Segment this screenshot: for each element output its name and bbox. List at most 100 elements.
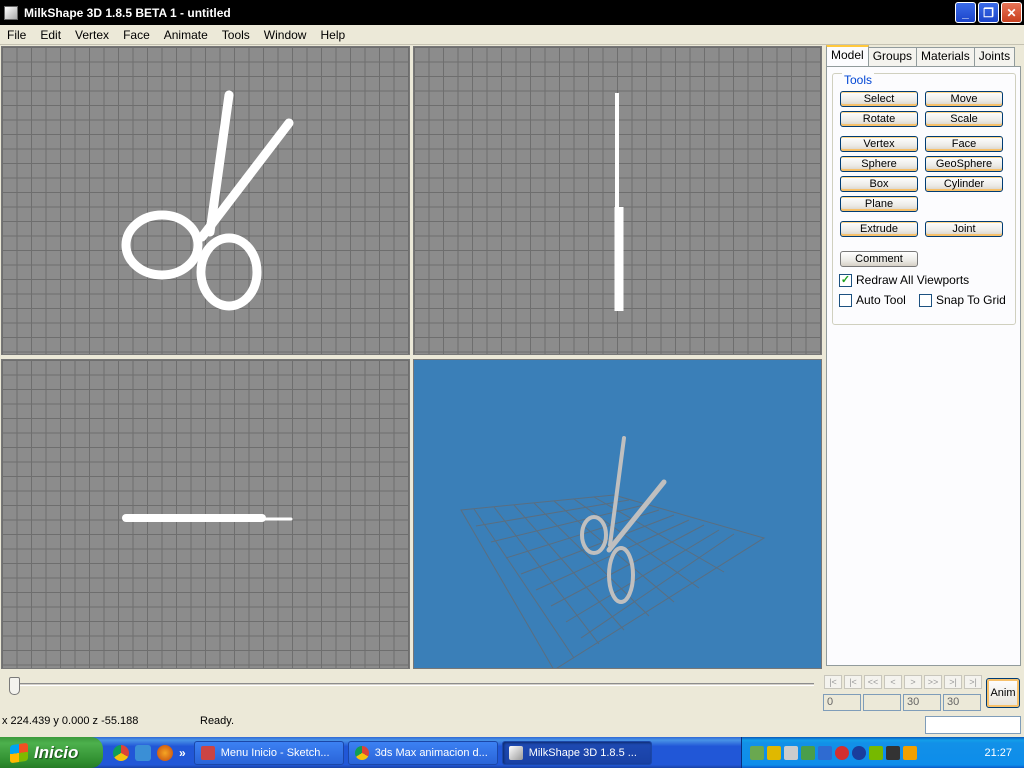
menu-edit[interactable]: Edit: [33, 28, 68, 42]
select-button[interactable]: Select: [840, 91, 918, 107]
close-button[interactable]: ✕: [1001, 2, 1022, 23]
menu-tools[interactable]: Tools: [215, 28, 257, 42]
redraw-all-checkbox[interactable]: ✓ Redraw All Viewports: [839, 273, 969, 287]
extrude-button[interactable]: Extrude: [840, 221, 918, 237]
first-frame-button[interactable]: |<: [824, 675, 842, 689]
frame-field-2[interactable]: [863, 694, 901, 711]
vertex-button[interactable]: Vertex: [840, 136, 918, 152]
quick-launch: »: [113, 744, 190, 761]
end-frame-field[interactable]: 30: [943, 694, 981, 711]
tab-materials[interactable]: Materials: [916, 47, 975, 66]
comment-button[interactable]: Comment: [840, 251, 918, 267]
menu-face[interactable]: Face: [116, 28, 157, 42]
tab-joints[interactable]: Joints: [973, 47, 1016, 66]
ie-icon[interactable]: [135, 744, 151, 761]
move-button[interactable]: Move: [925, 91, 1003, 107]
scissors-model-front: [121, 90, 294, 311]
tab-groups[interactable]: Groups: [867, 47, 918, 66]
scale-button[interactable]: Scale: [925, 111, 1003, 127]
tab-model[interactable]: Model: [826, 45, 869, 67]
chrome-task-icon: [354, 745, 369, 760]
rewind-button[interactable]: <<: [864, 675, 882, 689]
system-tray: 21:27: [741, 737, 1024, 768]
menu-help[interactable]: Help: [313, 28, 352, 42]
flash-icon[interactable]: [835, 745, 849, 760]
next-key-button[interactable]: >|: [944, 675, 962, 689]
xbox-icon[interactable]: [886, 745, 900, 760]
status-bar: x 224.439 y 0.000 z -55.188 Ready.: [0, 713, 1024, 737]
redraw-all-label: Redraw All Viewports: [856, 273, 970, 287]
menu-animate[interactable]: Animate: [157, 28, 215, 42]
snap-to-grid-checkbox[interactable]: Snap To Grid: [919, 293, 1006, 307]
menu-bar: File Edit Vertex Face Animate Tools Wind…: [0, 25, 1024, 45]
sphere-button[interactable]: Sphere: [840, 156, 918, 172]
perspective-scene: [460, 436, 766, 668]
tool-panel: Model Groups Materials Joints Tools Sele…: [824, 45, 1024, 669]
status-message: Ready.: [200, 715, 235, 727]
task-label: Menu Inicio - Sketch...: [220, 746, 330, 759]
plane-button[interactable]: Plane: [840, 196, 918, 212]
task-label: 3ds Max animacion d...: [374, 746, 488, 759]
redraw-all-check-icon: ✓: [839, 273, 852, 287]
snap-to-grid-box: [919, 293, 932, 307]
start-frame-field[interactable]: 30: [903, 694, 941, 711]
task-milkshape[interactable]: MilkShape 3D 1.8.5 ...: [501, 740, 652, 765]
menu-file[interactable]: File: [0, 28, 33, 42]
forward-button[interactable]: >>: [924, 675, 942, 689]
nvidia-icon[interactable]: [869, 745, 883, 760]
shield-icon[interactable]: [767, 745, 781, 760]
tools-group-label: Tools: [842, 73, 875, 87]
joint-button[interactable]: Joint: [925, 221, 1003, 237]
next-frame-button[interactable]: >: [904, 675, 922, 689]
coordinates-readout: x 224.439 y 0.000 z -55.188: [2, 715, 139, 727]
window-title: MilkShape 3D 1.8.5 BETA 1 - untitled: [24, 5, 231, 20]
scissors-model-top: [122, 514, 293, 522]
update-icon[interactable]: [801, 745, 815, 760]
chrome-icon[interactable]: [113, 744, 129, 761]
minimize-button[interactable]: _: [955, 2, 976, 23]
menu-window[interactable]: Window: [257, 28, 314, 42]
wand-icon[interactable]: [903, 745, 917, 760]
clock: 21:27: [984, 746, 1012, 759]
auto-tool-label: Auto Tool: [856, 293, 906, 307]
tab-body: Tools Select Move Rotate Scale Vertex Fa…: [826, 66, 1021, 666]
quick-launch-chevron[interactable]: »: [179, 746, 186, 760]
anim-button[interactable]: Anim: [986, 678, 1020, 708]
viewport-front[interactable]: [1, 46, 410, 355]
start-label: Inicio: [34, 742, 79, 762]
face-button[interactable]: Face: [925, 136, 1003, 152]
timeline-slider-thumb[interactable]: [9, 677, 20, 695]
taskbar: Inicio » Menu Inicio - Sketch... 3ds Max…: [0, 737, 1024, 768]
panel-tabs: Model Groups Materials Joints: [826, 45, 1016, 67]
auto-tool-checkbox[interactable]: Auto Tool: [839, 293, 906, 307]
viewport-3d[interactable]: [413, 359, 822, 669]
prev-key-button[interactable]: |<: [844, 675, 862, 689]
user-icon[interactable]: [784, 745, 798, 760]
geosphere-button[interactable]: GeoSphere: [925, 156, 1003, 172]
app-icon: [4, 5, 18, 20]
rotate-button[interactable]: Rotate: [840, 111, 918, 127]
title-bar: MilkShape 3D 1.8.5 BETA 1 - untitled _ ❐…: [0, 0, 1024, 25]
milkshape-task-icon: [508, 745, 523, 760]
menu-vertex[interactable]: Vertex: [68, 28, 116, 42]
firefox-icon[interactable]: [157, 744, 173, 761]
box-button[interactable]: Box: [840, 176, 918, 192]
task-label: MilkShape 3D 1.8.5 ...: [528, 746, 637, 759]
scissors-model-side: [614, 93, 624, 311]
start-button[interactable]: Inicio: [0, 737, 103, 768]
audio-icon[interactable]: [852, 745, 866, 760]
task-sketch[interactable]: Menu Inicio - Sketch...: [193, 740, 344, 765]
timeline-track[interactable]: [12, 683, 814, 686]
monitor-icon[interactable]: [818, 745, 832, 760]
network-icon[interactable]: [750, 745, 764, 760]
snap-to-grid-label: Snap To Grid: [936, 293, 1006, 307]
last-frame-button[interactable]: >|: [964, 675, 982, 689]
cylinder-button[interactable]: Cylinder: [925, 176, 1003, 192]
maximize-button[interactable]: ❐: [978, 2, 999, 23]
status-field: [925, 716, 1021, 734]
viewport-top[interactable]: [1, 359, 410, 669]
viewport-side[interactable]: [413, 46, 822, 355]
prev-frame-button[interactable]: <: [884, 675, 902, 689]
frame-field[interactable]: 0: [823, 694, 861, 711]
task-3dsmax[interactable]: 3ds Max animacion d...: [347, 740, 498, 765]
